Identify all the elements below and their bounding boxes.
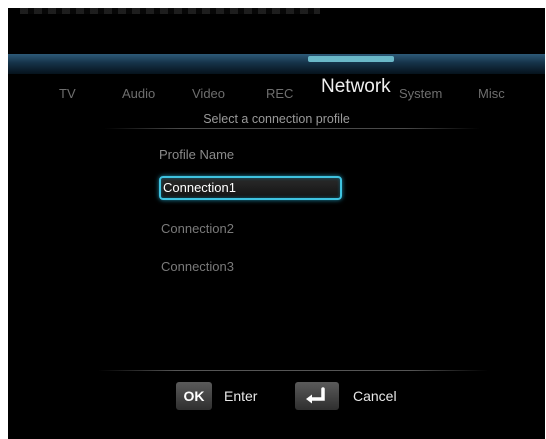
active-tab-highlight bbox=[308, 56, 394, 62]
cancel-label: Cancel bbox=[353, 388, 397, 404]
return-key-button[interactable] bbox=[295, 382, 339, 410]
tab-audio[interactable]: Audio bbox=[122, 86, 155, 101]
ok-key-button[interactable]: OK bbox=[176, 382, 212, 410]
settings-screen: TV Audio Video REC Network System Misc S… bbox=[8, 8, 545, 439]
tab-rec[interactable]: REC bbox=[266, 86, 293, 101]
tab-network[interactable]: Network bbox=[321, 76, 391, 98]
page-subtitle: Select a connection profile bbox=[203, 112, 350, 126]
top-overlay-strip bbox=[20, 8, 320, 14]
profile-option-connection2[interactable]: Connection2 bbox=[159, 217, 342, 241]
tab-misc[interactable]: Misc bbox=[478, 86, 505, 101]
tab-video[interactable]: Video bbox=[192, 86, 225, 101]
enter-label: Enter bbox=[224, 388, 258, 404]
profile-option-connection1[interactable]: Connection1 bbox=[159, 176, 342, 200]
profile-option-connection3[interactable]: Connection3 bbox=[159, 255, 342, 279]
profile-name-heading: Profile Name bbox=[159, 147, 235, 162]
tab-system[interactable]: System bbox=[399, 86, 442, 101]
footer-divider bbox=[98, 370, 488, 371]
subtitle-divider bbox=[104, 128, 480, 129]
tab-tv[interactable]: TV bbox=[59, 86, 76, 101]
header-bar bbox=[8, 54, 545, 74]
tab-bar: TV Audio Video REC Network System Misc bbox=[8, 76, 545, 106]
return-arrow-icon bbox=[295, 382, 339, 410]
